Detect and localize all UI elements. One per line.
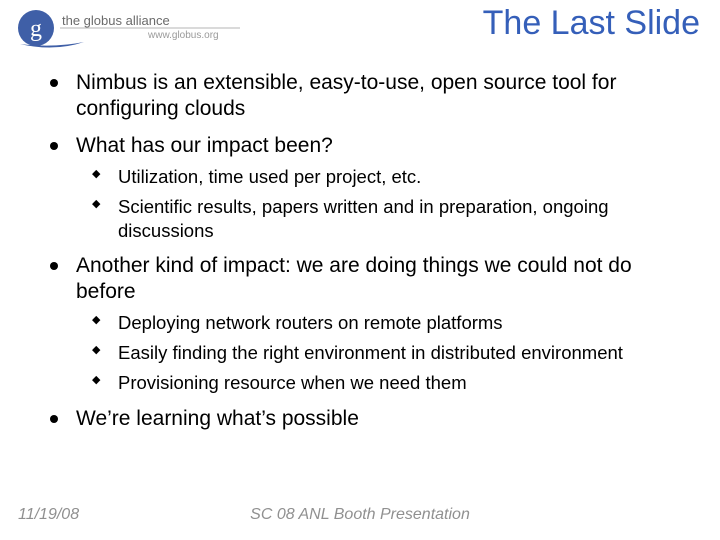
bullet-text: Another kind of impact: we are doing thi… (76, 254, 632, 303)
sub-bullet-item: Provisioning resource when we need them (90, 371, 692, 395)
logo-initial: g (30, 16, 42, 42)
sub-bullet-item: Utilization, time used per project, etc. (90, 165, 692, 189)
sub-bullet-text: Scientific results, papers written and i… (118, 196, 609, 241)
logo-top-text: the globus alliance (62, 13, 170, 28)
slide-title: The Last Slide (260, 4, 700, 43)
title-area: The Last Slide (260, 4, 700, 43)
bullet-item: Nimbus is an extensible, easy-to-use, op… (44, 70, 692, 123)
slide: g the globus alliance www.globus.org The… (0, 0, 720, 540)
bullet-item: We’re learning what’s possible (44, 406, 692, 432)
sub-bullet-text: Utilization, time used per project, etc. (118, 166, 421, 187)
bullet-list: Nimbus is an extensible, easy-to-use, op… (44, 70, 692, 432)
globus-alliance-logo-icon: g the globus alliance www.globus.org (14, 8, 244, 53)
sub-bullet-text: Provisioning resource when we need them (118, 372, 467, 393)
content-area: Nimbus is an extensible, easy-to-use, op… (44, 70, 692, 442)
logo-bottom-text: www.globus.org (147, 30, 219, 41)
bullet-text: What has our impact been? (76, 134, 333, 157)
sub-bullet-item: Easily finding the right environment in … (90, 341, 692, 365)
sub-bullet-list: Utilization, time used per project, etc.… (76, 165, 692, 243)
sub-bullet-text: Easily finding the right environment in … (118, 342, 623, 363)
bullet-text: Nimbus is an extensible, easy-to-use, op… (76, 71, 616, 120)
logo: g the globus alliance www.globus.org (14, 8, 248, 55)
bullet-item: What has our impact been? Utilization, t… (44, 133, 692, 243)
footer: 11/19/08 SC 08 ANL Booth Presentation (0, 506, 720, 530)
sub-bullet-text: Deploying network routers on remote plat… (118, 312, 503, 333)
sub-bullet-item: Scientific results, papers written and i… (90, 195, 692, 243)
bullet-text: We’re learning what’s possible (76, 407, 359, 430)
sub-bullet-item: Deploying network routers on remote plat… (90, 311, 692, 335)
bullet-item: Another kind of impact: we are doing thi… (44, 253, 692, 396)
sub-bullet-list: Deploying network routers on remote plat… (76, 311, 692, 395)
footer-center: SC 08 ANL Booth Presentation (0, 506, 720, 524)
